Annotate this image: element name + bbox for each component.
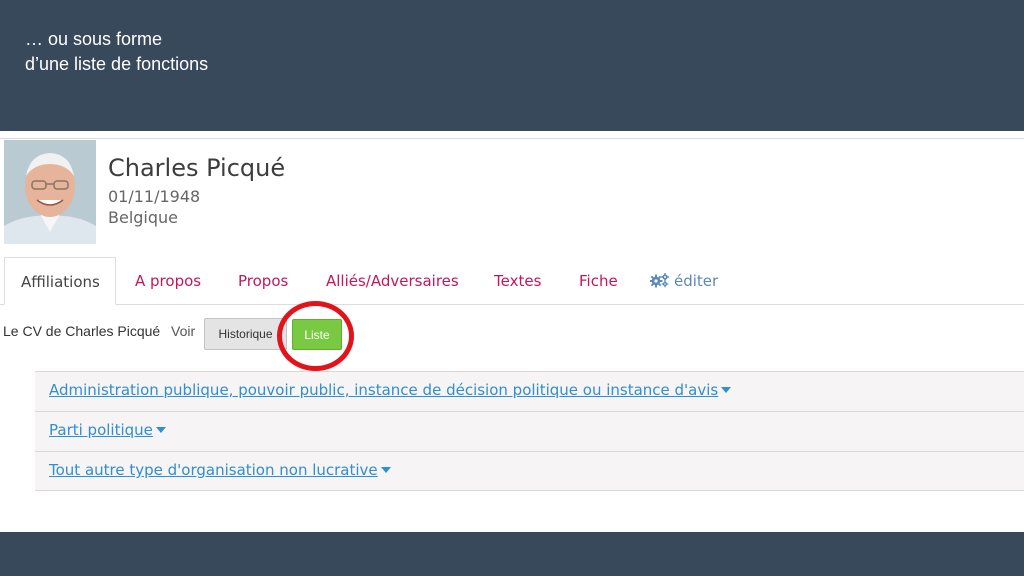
tab-a-propos[interactable]: A propos <box>135 272 201 290</box>
tab-textes[interactable]: Textes <box>494 272 541 290</box>
tab-editer[interactable]: éditer <box>649 272 719 292</box>
profile-birth-date: 01/11/1948 <box>108 187 201 206</box>
gears-icon <box>649 273 670 292</box>
tab-affiliations[interactable]: Affiliations <box>4 257 116 305</box>
avatar <box>4 140 96 244</box>
profile-name: Charles Picqué <box>108 154 286 182</box>
list-item[interactable]: Parti politique <box>35 411 1024 451</box>
tab-editer-label: éditer <box>674 272 719 290</box>
highlight-circle <box>277 301 354 371</box>
list-item[interactable]: Tout autre type d'organisation non lucra… <box>35 451 1024 491</box>
tab-fiche[interactable]: Fiche <box>579 272 618 290</box>
caret-down-icon[interactable] <box>155 427 166 433</box>
slide-caption: … ou sous forme d’une liste de fonctions <box>25 27 208 77</box>
list-item[interactable]: Administration publique, pouvoir public,… <box>35 371 1024 411</box>
caret-down-icon[interactable] <box>721 387 732 393</box>
cv-title: Le CV de Charles Picqué <box>3 323 161 339</box>
profile-country: Belgique <box>108 208 179 227</box>
top-divider <box>0 138 1024 139</box>
profile-page: Charles Picqué 01/11/1948 Belgique Affil… <box>0 131 1024 532</box>
affiliations-list: Administration publique, pouvoir public,… <box>35 371 1024 491</box>
caption-line-2: d’une liste de fonctions <box>25 54 209 74</box>
slide-footer-band <box>0 532 1024 576</box>
person-photo-icon <box>4 140 96 244</box>
affiliation-link[interactable]: Parti politique <box>49 421 153 439</box>
tab-allies-adversaires[interactable]: Alliés/Adversaires <box>326 272 459 290</box>
affiliation-link[interactable]: Tout autre type d'organisation non lucra… <box>49 461 378 479</box>
caret-down-icon[interactable] <box>380 467 391 473</box>
affiliation-link[interactable]: Administration publique, pouvoir public,… <box>49 381 718 399</box>
tab-propos[interactable]: Propos <box>238 272 288 290</box>
caption-line-1: … ou sous forme <box>25 29 163 49</box>
tabs-divider <box>0 304 1024 305</box>
view-label: Voir <box>171 323 196 339</box>
historique-button[interactable]: Historique <box>204 318 287 350</box>
